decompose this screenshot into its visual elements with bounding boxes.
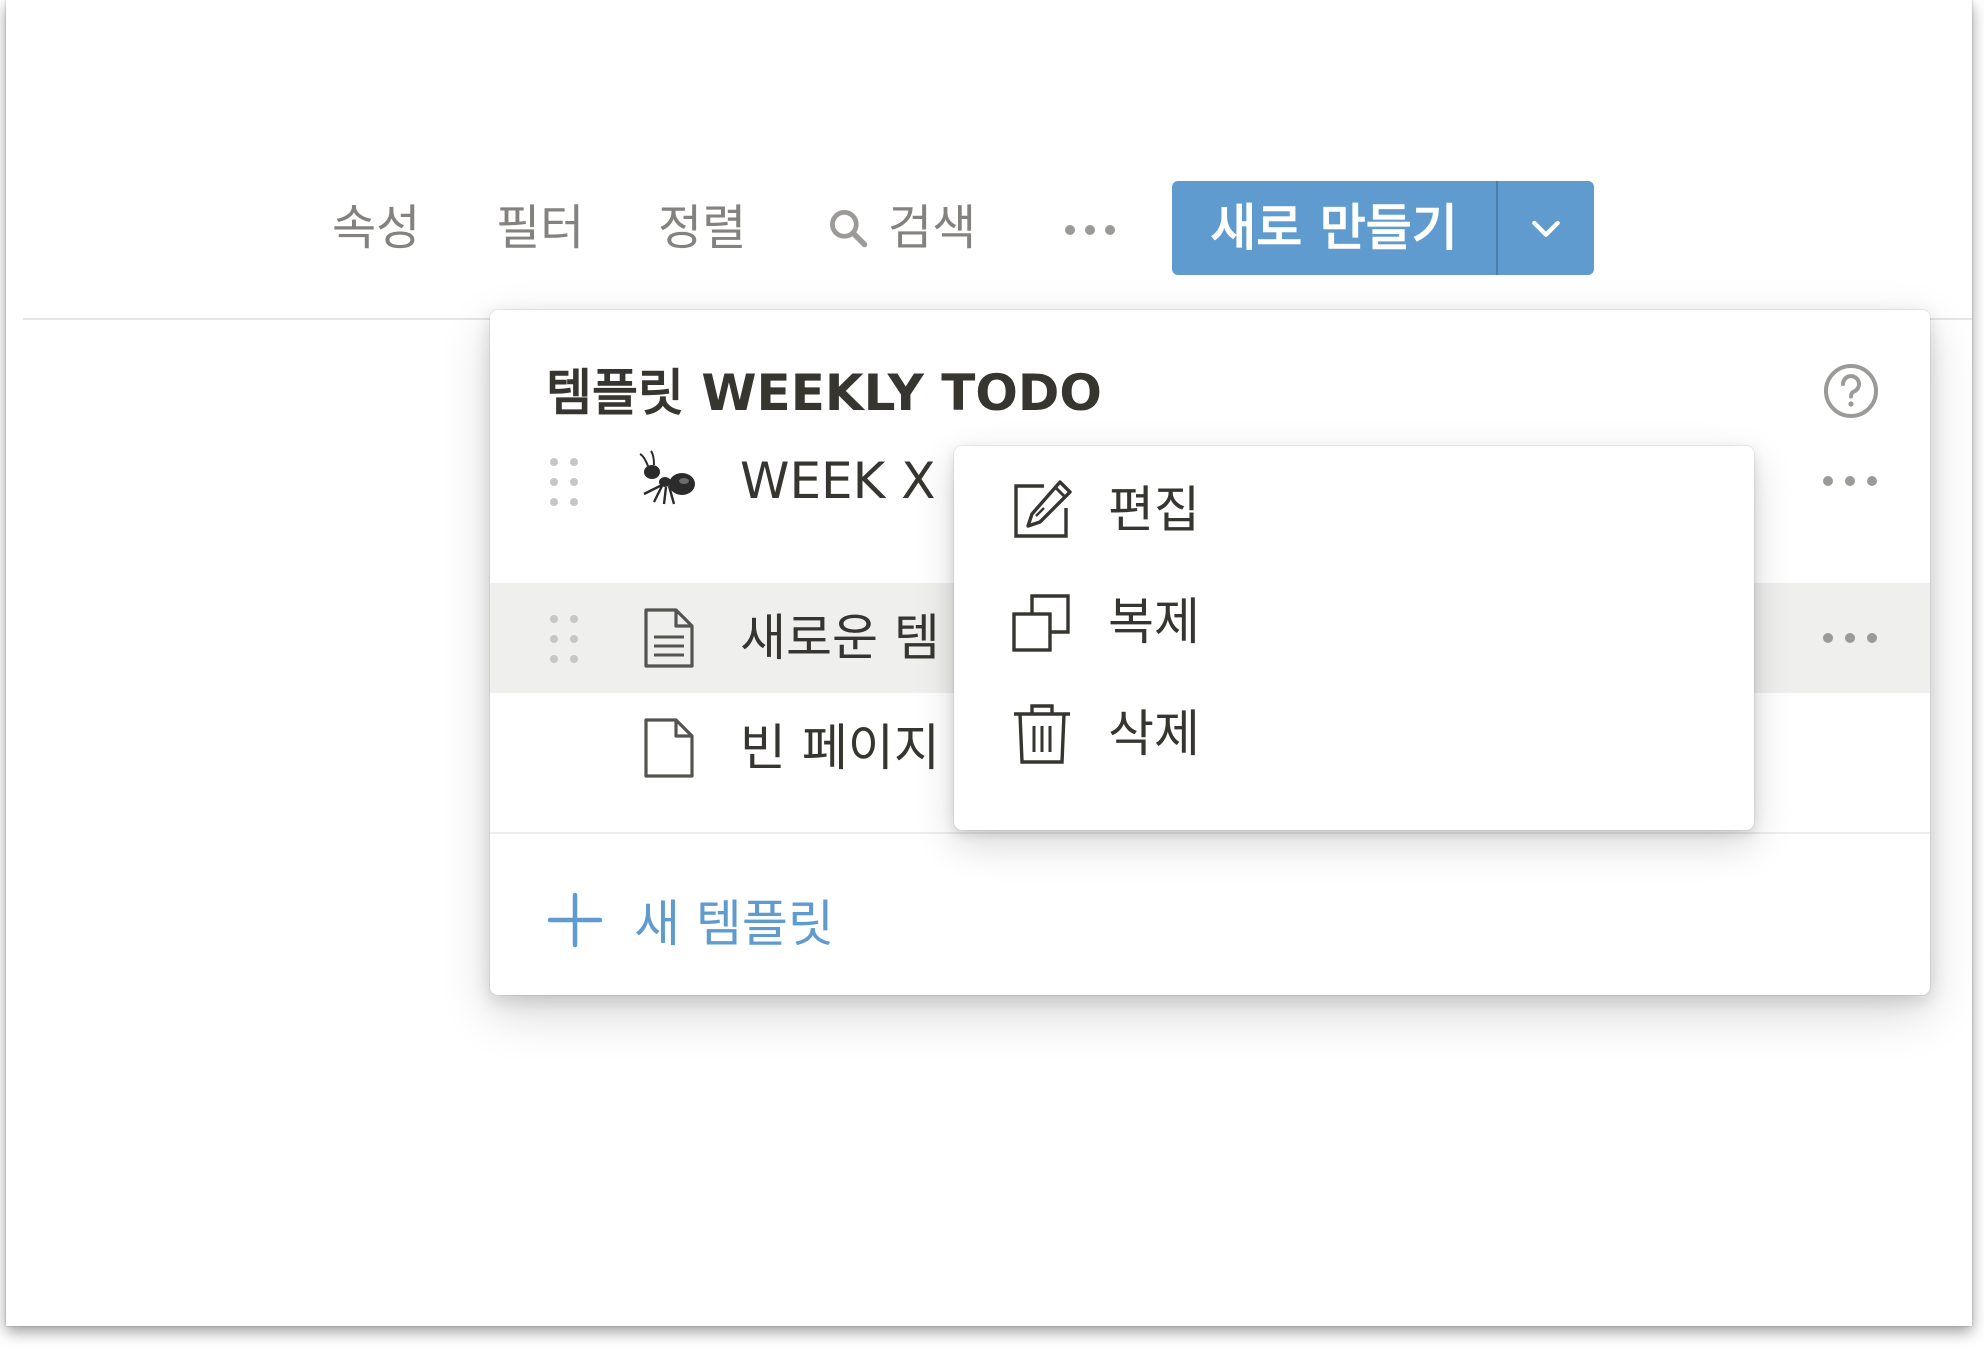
properties-button[interactable]: 속성 <box>332 198 420 258</box>
filter-button[interactable]: 필터 <box>496 198 584 258</box>
database-toolbar: 속성 필터 정렬 검색 <box>6 178 1972 278</box>
delete-menu-label: 삭제 <box>1108 705 1200 763</box>
template-item-label: 새로운 템 <box>740 609 940 667</box>
template-item-label: WEEK X <box>740 452 936 510</box>
new-button-group: 새로 만들기 <box>1172 181 1594 275</box>
delete-menu-item[interactable]: 삭제 <box>954 678 1754 790</box>
search-icon <box>830 210 868 248</box>
search-button[interactable]: 검색 <box>826 198 976 258</box>
chevron-down-icon <box>1532 220 1560 237</box>
search-label: 검색 <box>888 200 977 256</box>
new-template-button[interactable]: 새 템플릿 <box>546 870 834 970</box>
document-lines-icon <box>644 608 694 668</box>
help-circle-icon[interactable] <box>1822 362 1880 420</box>
toolbar-more-button[interactable] <box>1060 198 1120 258</box>
ant-emoji-icon <box>639 450 695 505</box>
new-button[interactable]: 새로 만들기 <box>1172 181 1498 275</box>
trash-icon <box>1014 704 1070 764</box>
blank-page-label: 빈 페이지 <box>740 719 940 777</box>
template-context-menu: 편집 복제 삭제 <box>954 446 1754 830</box>
edit-menu-item[interactable]: 편집 <box>954 454 1754 566</box>
drag-handle-icon[interactable] <box>546 456 582 508</box>
popup-divider <box>490 832 1930 834</box>
plus-icon <box>547 892 603 948</box>
duplicate-menu-item[interactable]: 복제 <box>954 566 1754 678</box>
sort-button[interactable]: 정렬 <box>658 198 746 258</box>
new-template-dropdown-button[interactable] <box>1498 181 1594 275</box>
app-window: 속성 필터 정렬 검색 새로 만들기 템플릿 WEEKLY TODO WEEK … <box>6 0 1972 1326</box>
edit-menu-label: 편집 <box>1108 481 1200 539</box>
duplicate-icon <box>1012 594 1070 652</box>
popup-title: 템플릿 WEEKLY TODO <box>546 364 1102 422</box>
drag-handle-icon[interactable] <box>546 613 582 665</box>
new-template-label: 새 템플릿 <box>634 895 834 953</box>
duplicate-menu-label: 복제 <box>1108 593 1200 651</box>
pencil-edit-icon <box>1014 480 1072 538</box>
more-horizontal-icon[interactable] <box>1820 462 1880 500</box>
blank-page-icon <box>644 718 694 778</box>
more-horizontal-icon[interactable] <box>1820 619 1880 657</box>
more-horizontal-icon <box>1065 225 1115 235</box>
